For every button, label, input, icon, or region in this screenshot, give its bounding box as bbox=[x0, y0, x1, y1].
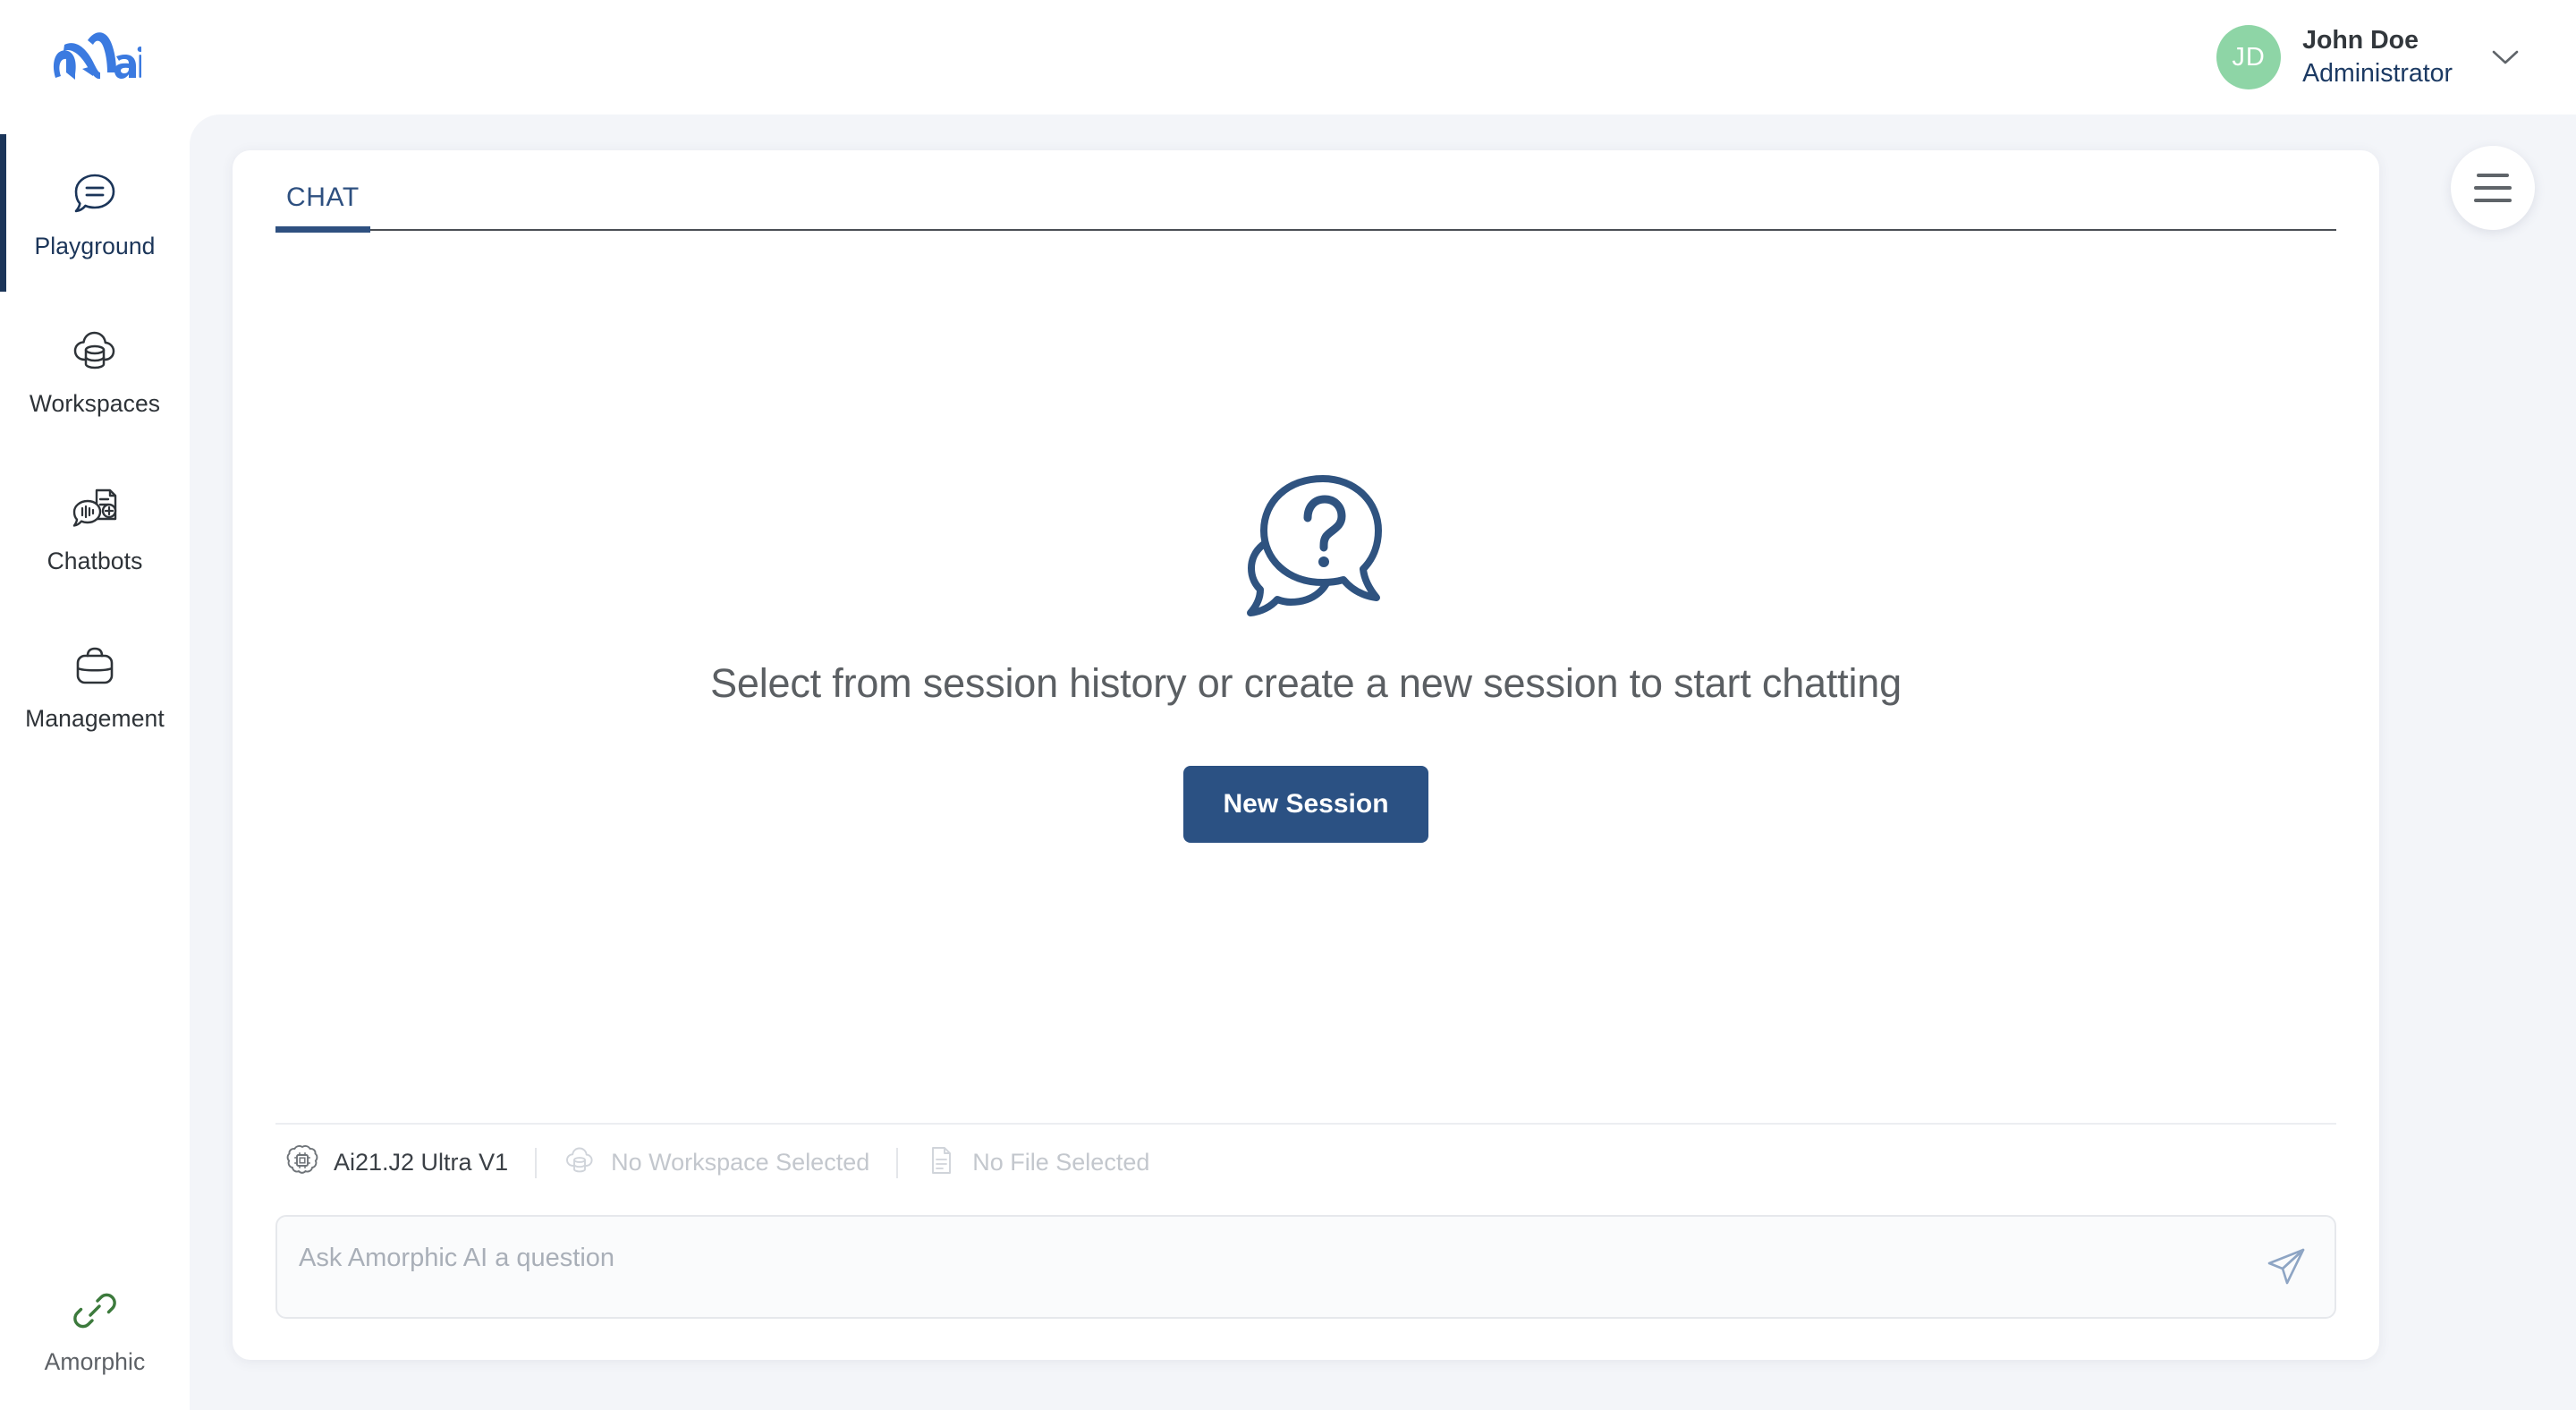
sidebar-item-playground[interactable]: Playground bbox=[0, 134, 190, 292]
model-selector[interactable]: Ai21.J2 Ultra V1 bbox=[279, 1144, 535, 1181]
send-paper-plane-icon bbox=[2264, 1244, 2309, 1291]
new-session-button[interactable]: New Session bbox=[1183, 766, 1428, 843]
brain-chip-icon bbox=[286, 1144, 318, 1181]
main-area: CHAT Select from session history or crea… bbox=[190, 115, 2576, 1410]
file-document-icon bbox=[925, 1144, 957, 1181]
empty-state: Select from session history or create a … bbox=[275, 231, 2336, 1123]
chevron-down-icon[interactable] bbox=[2490, 42, 2521, 72]
sidebar-item-label: Playground bbox=[34, 232, 156, 259]
send-button[interactable] bbox=[2261, 1242, 2311, 1292]
sidebar-item-management[interactable]: Management bbox=[0, 607, 190, 764]
tab-chat[interactable]: CHAT bbox=[275, 170, 370, 233]
active-indicator bbox=[0, 607, 6, 764]
user-name: John Doe bbox=[2302, 25, 2419, 55]
body-row: Playground Workspaces Chatbots Managemen… bbox=[0, 115, 2576, 1410]
active-indicator bbox=[0, 134, 6, 292]
user-role: Administrator bbox=[2302, 58, 2453, 88]
chatbot-document-icon bbox=[70, 481, 120, 535]
empty-state-title: Select from session history or create a … bbox=[710, 660, 1902, 706]
workspace-selector[interactable]: No Workspace Selected bbox=[537, 1144, 896, 1181]
sidebar-nav: Playground Workspaces Chatbots Managemen… bbox=[0, 134, 190, 764]
sidebar-footer: Amorphic bbox=[0, 1284, 190, 1410]
sidebar-item-chatbots[interactable]: Chatbots bbox=[0, 449, 190, 607]
sidebar-item-label: Workspaces bbox=[29, 389, 161, 417]
tab-label: CHAT bbox=[286, 183, 360, 212]
user-info: John Doe Administrator bbox=[2302, 26, 2453, 89]
sidebar-item-label: Chatbots bbox=[47, 547, 143, 574]
link-chain-icon bbox=[72, 1284, 118, 1338]
sidebar-item-label: Management bbox=[25, 704, 165, 732]
hamburger-menu-icon bbox=[2474, 174, 2512, 202]
question-speech-bubbles-icon bbox=[1223, 457, 1389, 628]
file-selector[interactable]: No File Selected bbox=[898, 1144, 1176, 1181]
amorphic-ai-logo-icon bbox=[53, 32, 141, 80]
chat-input-container bbox=[275, 1215, 2336, 1319]
active-indicator bbox=[0, 449, 6, 607]
app-logo[interactable] bbox=[0, 0, 190, 115]
sidebar-item-amorphic[interactable]: Amorphic bbox=[0, 1284, 190, 1376]
sidebar: Playground Workspaces Chatbots Managemen… bbox=[0, 115, 190, 1410]
composer: Ai21.J2 Ultra V1 No Workspace Selected N… bbox=[275, 1123, 2336, 1360]
briefcase-icon bbox=[70, 639, 120, 692]
chat-bubble-icon bbox=[70, 166, 120, 220]
cloud-database-icon bbox=[564, 1144, 596, 1181]
composer-status-bar: Ai21.J2 Ultra V1 No Workspace Selected N… bbox=[275, 1123, 2336, 1199]
user-menu[interactable]: JD John Doe Administrator bbox=[2216, 25, 2540, 89]
active-indicator bbox=[0, 292, 6, 449]
sidebar-item-workspaces[interactable]: Workspaces bbox=[0, 292, 190, 449]
chat-panel: CHAT Select from session history or crea… bbox=[233, 150, 2379, 1360]
chat-input[interactable] bbox=[277, 1217, 2334, 1317]
model-name: Ai21.J2 Ultra V1 bbox=[334, 1149, 509, 1176]
avatar-initials: JD bbox=[2232, 42, 2266, 72]
top-bar: JD John Doe Administrator bbox=[0, 0, 2576, 115]
file-status: No File Selected bbox=[972, 1149, 1150, 1176]
sidebar-footer-label: Amorphic bbox=[44, 1348, 146, 1375]
session-history-toggle-button[interactable] bbox=[2451, 146, 2535, 230]
cloud-database-icon bbox=[70, 324, 120, 378]
workspace-status: No Workspace Selected bbox=[611, 1149, 870, 1176]
app-root: JD John Doe Administrator Playground Wor… bbox=[0, 0, 2576, 1410]
avatar: JD bbox=[2216, 25, 2282, 89]
tab-bar: CHAT bbox=[275, 170, 2336, 233]
